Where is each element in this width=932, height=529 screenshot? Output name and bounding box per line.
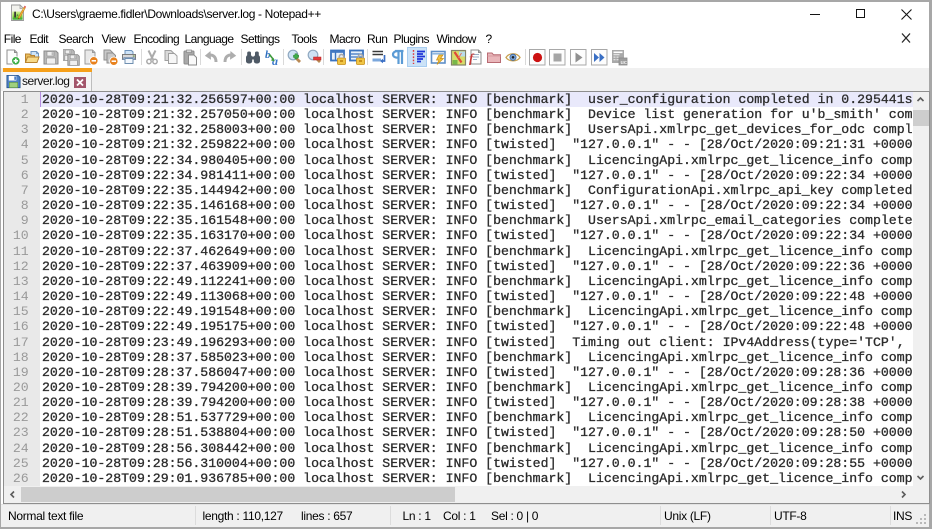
svg-text:uc: uc [621, 60, 627, 66]
